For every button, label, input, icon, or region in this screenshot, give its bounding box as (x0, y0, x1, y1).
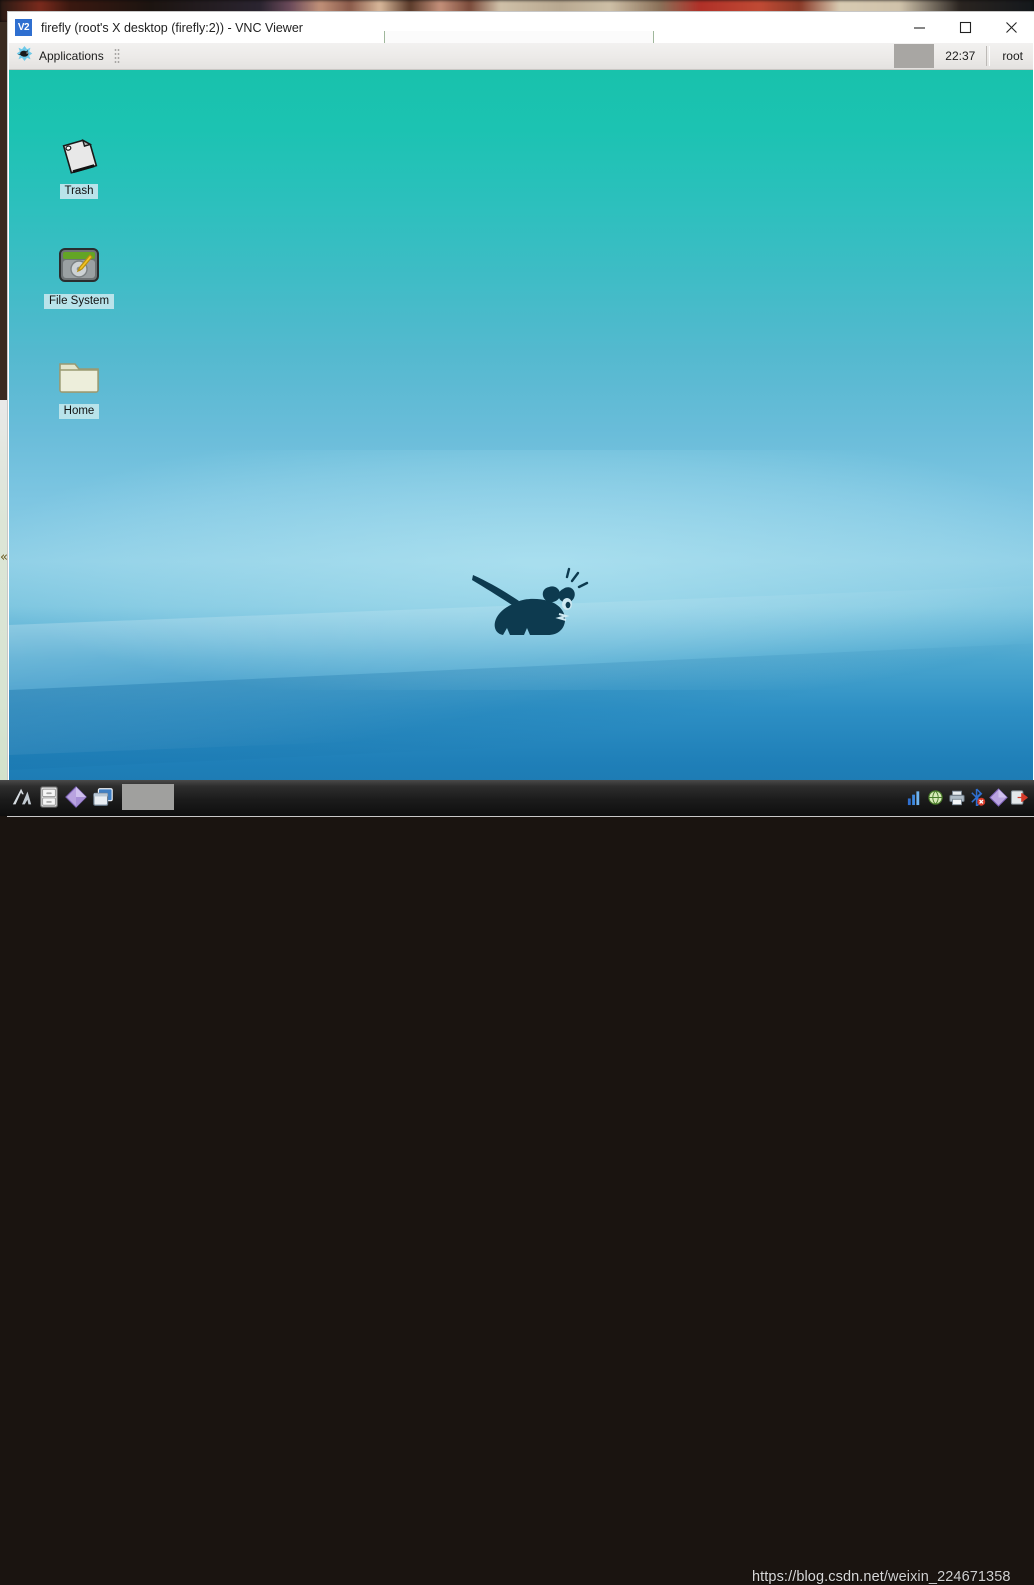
xfce-mouse-icon (15, 44, 34, 68)
printer-icon[interactable] (946, 783, 967, 811)
desktop-icon-label: File System (44, 294, 114, 309)
panel-gray-indicator[interactable] (894, 44, 934, 68)
folder-icon (31, 352, 127, 400)
trash-icon (31, 132, 127, 180)
hard-drive-icon (31, 242, 127, 290)
taskbar-item-windows-app[interactable] (89, 782, 116, 812)
desktop-icon-label: Home (59, 404, 100, 419)
window-title: firefly (root's X desktop (firefly:2)) -… (41, 21, 303, 35)
watermark-suffix: /weixin_224671358 (884, 1569, 1011, 1585)
wallpaper-wave-dark (9, 644, 1033, 770)
taskbar-item-diamond-app[interactable] (62, 782, 89, 812)
taskbar-item-file-explorer[interactable] (35, 782, 62, 812)
watermark-domain: https://blog.csdn.net (752, 1569, 884, 1585)
minimize-button[interactable] (896, 12, 942, 43)
panel-right-group: 22:37 root (894, 43, 1033, 70)
bar-chart-icon[interactable] (904, 783, 925, 811)
diamond-icon[interactable] (988, 783, 1009, 811)
desktop-icon-home[interactable]: Home (31, 352, 127, 419)
xfce-top-panel: Applications 22:37 root (9, 43, 1033, 70)
panel-clock[interactable]: 22:37 (934, 49, 986, 63)
applications-menu-button[interactable]: Applications (9, 43, 124, 70)
taskbar-item-vnc-viewer[interactable] (8, 782, 35, 812)
window-controls (896, 12, 1034, 43)
system-tray (904, 783, 1030, 811)
share-arrow-icon[interactable] (1009, 783, 1030, 811)
desktop-icon-label: Trash (60, 184, 99, 199)
taskbar-window-list-button[interactable] (122, 784, 174, 810)
desktop-icon-trash[interactable]: Trash (31, 132, 127, 199)
panel-drag-handle[interactable] (114, 48, 120, 65)
close-button[interactable] (988, 12, 1034, 43)
vnc-viewer-window: V2 firefly (root's X desktop (firefly:2)… (8, 12, 1034, 816)
bluetooth-error-icon[interactable] (967, 783, 988, 811)
desktop-wallpaper[interactable]: Trash File System (9, 70, 1033, 815)
maximize-button[interactable] (942, 12, 988, 43)
xfce-mouse-logo (471, 567, 589, 643)
vnc-logo-icon: V2 (15, 19, 32, 36)
applications-menu-label: Applications (39, 49, 104, 63)
globe-icon[interactable] (925, 783, 946, 811)
remote-desktop-view[interactable]: Applications 22:37 root (9, 43, 1033, 815)
taskbar-items (8, 782, 174, 812)
watermark-url: https://blog.csdn.net/weixin_224671358 (752, 1569, 1011, 1585)
background-glyph: « (0, 550, 8, 565)
panel-user-label[interactable]: root (990, 49, 1027, 63)
windows-taskbar: https://blog.csdn.net/weixin_224671358 (0, 780, 1034, 816)
desktop-icon-file-system[interactable]: File System (31, 242, 127, 309)
